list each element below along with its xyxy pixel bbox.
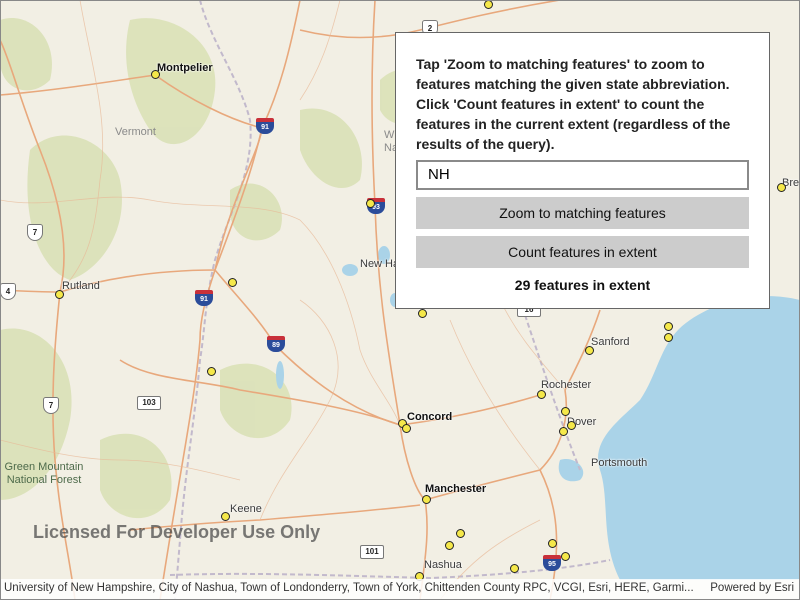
city-label-montpelier: Montpelier (157, 62, 213, 74)
feature-point[interactable] (55, 290, 64, 299)
region-fragment-w: W (384, 129, 395, 141)
feature-point[interactable] (567, 421, 576, 430)
us-route-7-shield-icon: 7 (27, 224, 43, 241)
state-abbreviation-input[interactable]: NH (416, 160, 749, 190)
attribution-bar: University of New Hampshire, City of Nas… (0, 579, 800, 600)
city-label-new-ha: New Ha (360, 258, 400, 270)
interstate-91-shield-icon: 91 (195, 290, 213, 306)
feature-point[interactable] (484, 0, 493, 9)
us-route-4-shield-icon: 4 (0, 283, 16, 300)
feature-point[interactable] (366, 199, 375, 208)
city-label-nashua: Nashua (424, 559, 462, 571)
feature-point[interactable] (777, 183, 786, 192)
forest-label: Green Mountain National Forest (4, 461, 84, 486)
powered-by-esri[interactable]: Powered by Esri (710, 579, 794, 598)
feature-point[interactable] (228, 278, 237, 287)
feature-point[interactable] (418, 309, 427, 318)
query-panel: Tap 'Zoom to matching features' to zoom … (395, 32, 770, 309)
attribution-text: University of New Hampshire, City of Nas… (4, 582, 694, 594)
interstate-95-shield-icon: 95 (543, 555, 561, 571)
feature-point[interactable] (561, 552, 570, 561)
count-features-in-extent-button[interactable]: Count features in extent (416, 236, 749, 268)
city-label-rochester: Rochester (541, 379, 592, 391)
city-label-manchester: Manchester (425, 483, 487, 495)
city-label-rutland: Rutland (62, 280, 100, 292)
route-103-shield-icon: 103 (137, 396, 161, 410)
city-label-sanford: Sanford (591, 336, 630, 348)
interstate-89-shield-icon: 89 (267, 336, 285, 352)
city-label-portsmouth: Portsmouth (591, 457, 648, 469)
feature-point[interactable] (445, 541, 454, 550)
feature-count-result: 29 features in extent (514, 277, 651, 293)
route-101-shield-icon: 101 (360, 545, 384, 559)
feature-point[interactable] (585, 346, 594, 355)
city-label-concord: Concord (407, 411, 453, 423)
city-label-keene: Keene (230, 503, 262, 515)
feature-point[interactable] (537, 390, 546, 399)
feature-point[interactable] (664, 333, 673, 342)
feature-point[interactable] (548, 539, 557, 548)
zoom-to-matching-features-button[interactable]: Zoom to matching features (416, 197, 749, 229)
feature-point[interactable] (561, 407, 570, 416)
license-watermark: Licensed For Developer Use Only (33, 522, 321, 542)
feature-point[interactable] (510, 564, 519, 573)
feature-point[interactable] (456, 529, 465, 538)
feature-point[interactable] (402, 424, 411, 433)
feature-point[interactable] (422, 495, 431, 504)
feature-point[interactable] (664, 322, 673, 331)
feature-point[interactable] (207, 367, 216, 376)
vermont-label: Vermont (115, 126, 156, 138)
feature-point[interactable] (221, 512, 230, 521)
instructions-text: Tap 'Zoom to matching features' to zoom … (416, 56, 731, 152)
feature-point[interactable] (559, 427, 568, 436)
feature-point[interactable] (151, 70, 160, 79)
interstate-91-shield-icon: 91 (256, 118, 274, 134)
us-route-7-shield-icon: 7 (43, 397, 59, 414)
